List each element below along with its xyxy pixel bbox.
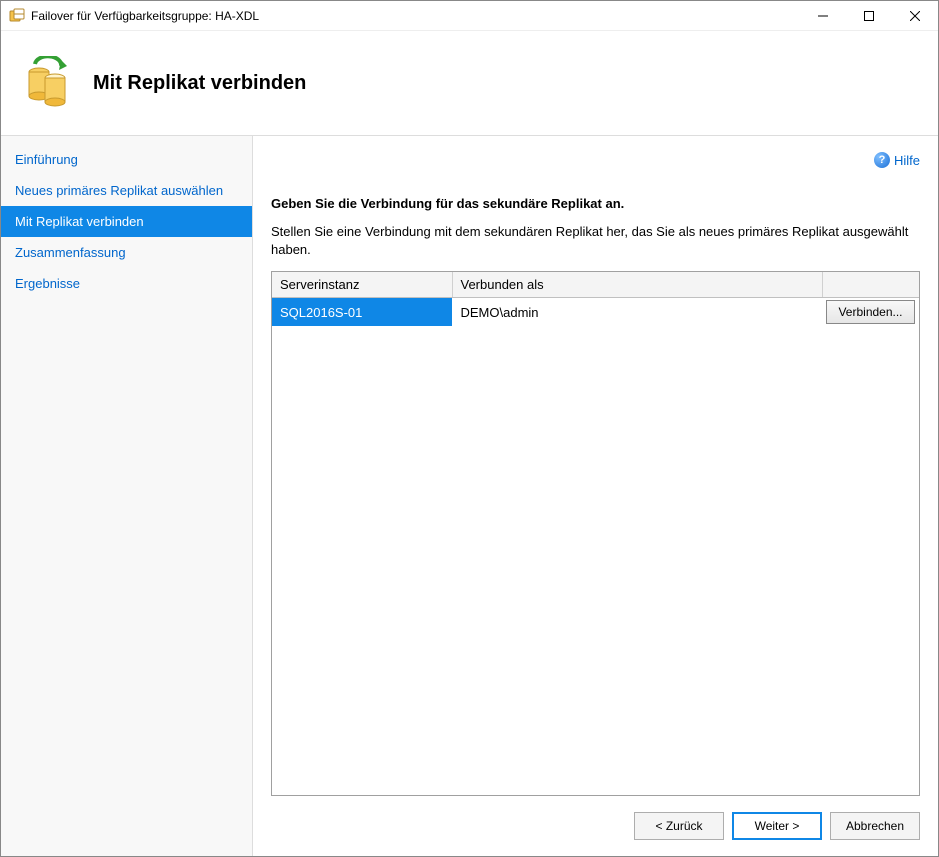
sidebar-item-label: Ergebnisse xyxy=(15,276,80,291)
wizard-content: ? Hilfe Geben Sie die Verbindung für das… xyxy=(253,136,938,856)
wizard-header: Mit Replikat verbinden xyxy=(1,31,938,136)
page-title: Mit Replikat verbinden xyxy=(93,72,306,95)
title-bar: Failover für Verfügbarkeitsgruppe: HA-XD… xyxy=(1,1,938,31)
wizard-sidebar: Einführung Neues primäres Replikat auswä… xyxy=(1,136,253,856)
cell-instance: SQL2016S-01 xyxy=(272,298,452,327)
sidebar-item-label: Mit Replikat verbinden xyxy=(15,214,144,229)
app-icon xyxy=(9,8,25,24)
cell-connected-as: DEMO\admin xyxy=(452,298,823,327)
sidebar-item-label: Einführung xyxy=(15,152,78,167)
back-button[interactable]: < Zurück xyxy=(634,812,724,840)
content-description: Stellen Sie eine Verbindung mit dem seku… xyxy=(271,223,920,259)
sidebar-item-intro[interactable]: Einführung xyxy=(1,144,252,175)
connect-button[interactable]: Verbinden... xyxy=(826,300,915,324)
table-header-row: Serverinstanz Verbunden als xyxy=(272,272,919,298)
next-button[interactable]: Weiter > xyxy=(732,812,822,840)
sidebar-item-summary[interactable]: Zusammenfassung xyxy=(1,237,252,268)
failover-icon xyxy=(21,56,75,110)
replica-table: Serverinstanz Verbunden als SQL2016S-01 … xyxy=(272,272,919,326)
replica-table-wrap: Serverinstanz Verbunden als SQL2016S-01 … xyxy=(271,271,920,796)
help-label: Hilfe xyxy=(894,153,920,168)
sidebar-item-results[interactable]: Ergebnisse xyxy=(1,268,252,299)
sidebar-item-label: Zusammenfassung xyxy=(15,245,126,260)
window-controls xyxy=(800,1,938,30)
help-link[interactable]: ? Hilfe xyxy=(874,152,920,168)
wizard-layout: Einführung Neues primäres Replikat auswä… xyxy=(1,136,938,856)
cancel-button[interactable]: Abbrechen xyxy=(830,812,920,840)
column-header-instance[interactable]: Serverinstanz xyxy=(272,272,452,298)
minimize-button[interactable] xyxy=(800,1,846,30)
sidebar-item-connect-replica[interactable]: Mit Replikat verbinden xyxy=(1,206,252,237)
maximize-button[interactable] xyxy=(846,1,892,30)
sidebar-item-label: Neues primäres Replikat auswählen xyxy=(15,183,223,198)
help-icon: ? xyxy=(874,152,890,168)
column-header-connected-as[interactable]: Verbunden als xyxy=(452,272,823,298)
cell-action: Verbinden... xyxy=(823,298,919,327)
close-button[interactable] xyxy=(892,1,938,30)
content-heading: Geben Sie die Verbindung für das sekundä… xyxy=(271,196,920,211)
sidebar-item-select-replica[interactable]: Neues primäres Replikat auswählen xyxy=(1,175,252,206)
wizard-footer: < Zurück Weiter > Abbrechen xyxy=(271,812,920,840)
column-header-action xyxy=(823,272,919,298)
table-row[interactable]: SQL2016S-01 DEMO\admin Verbinden... xyxy=(272,298,919,327)
window-title: Failover für Verfügbarkeitsgruppe: HA-XD… xyxy=(31,9,800,23)
help-row: ? Hilfe xyxy=(271,150,920,170)
